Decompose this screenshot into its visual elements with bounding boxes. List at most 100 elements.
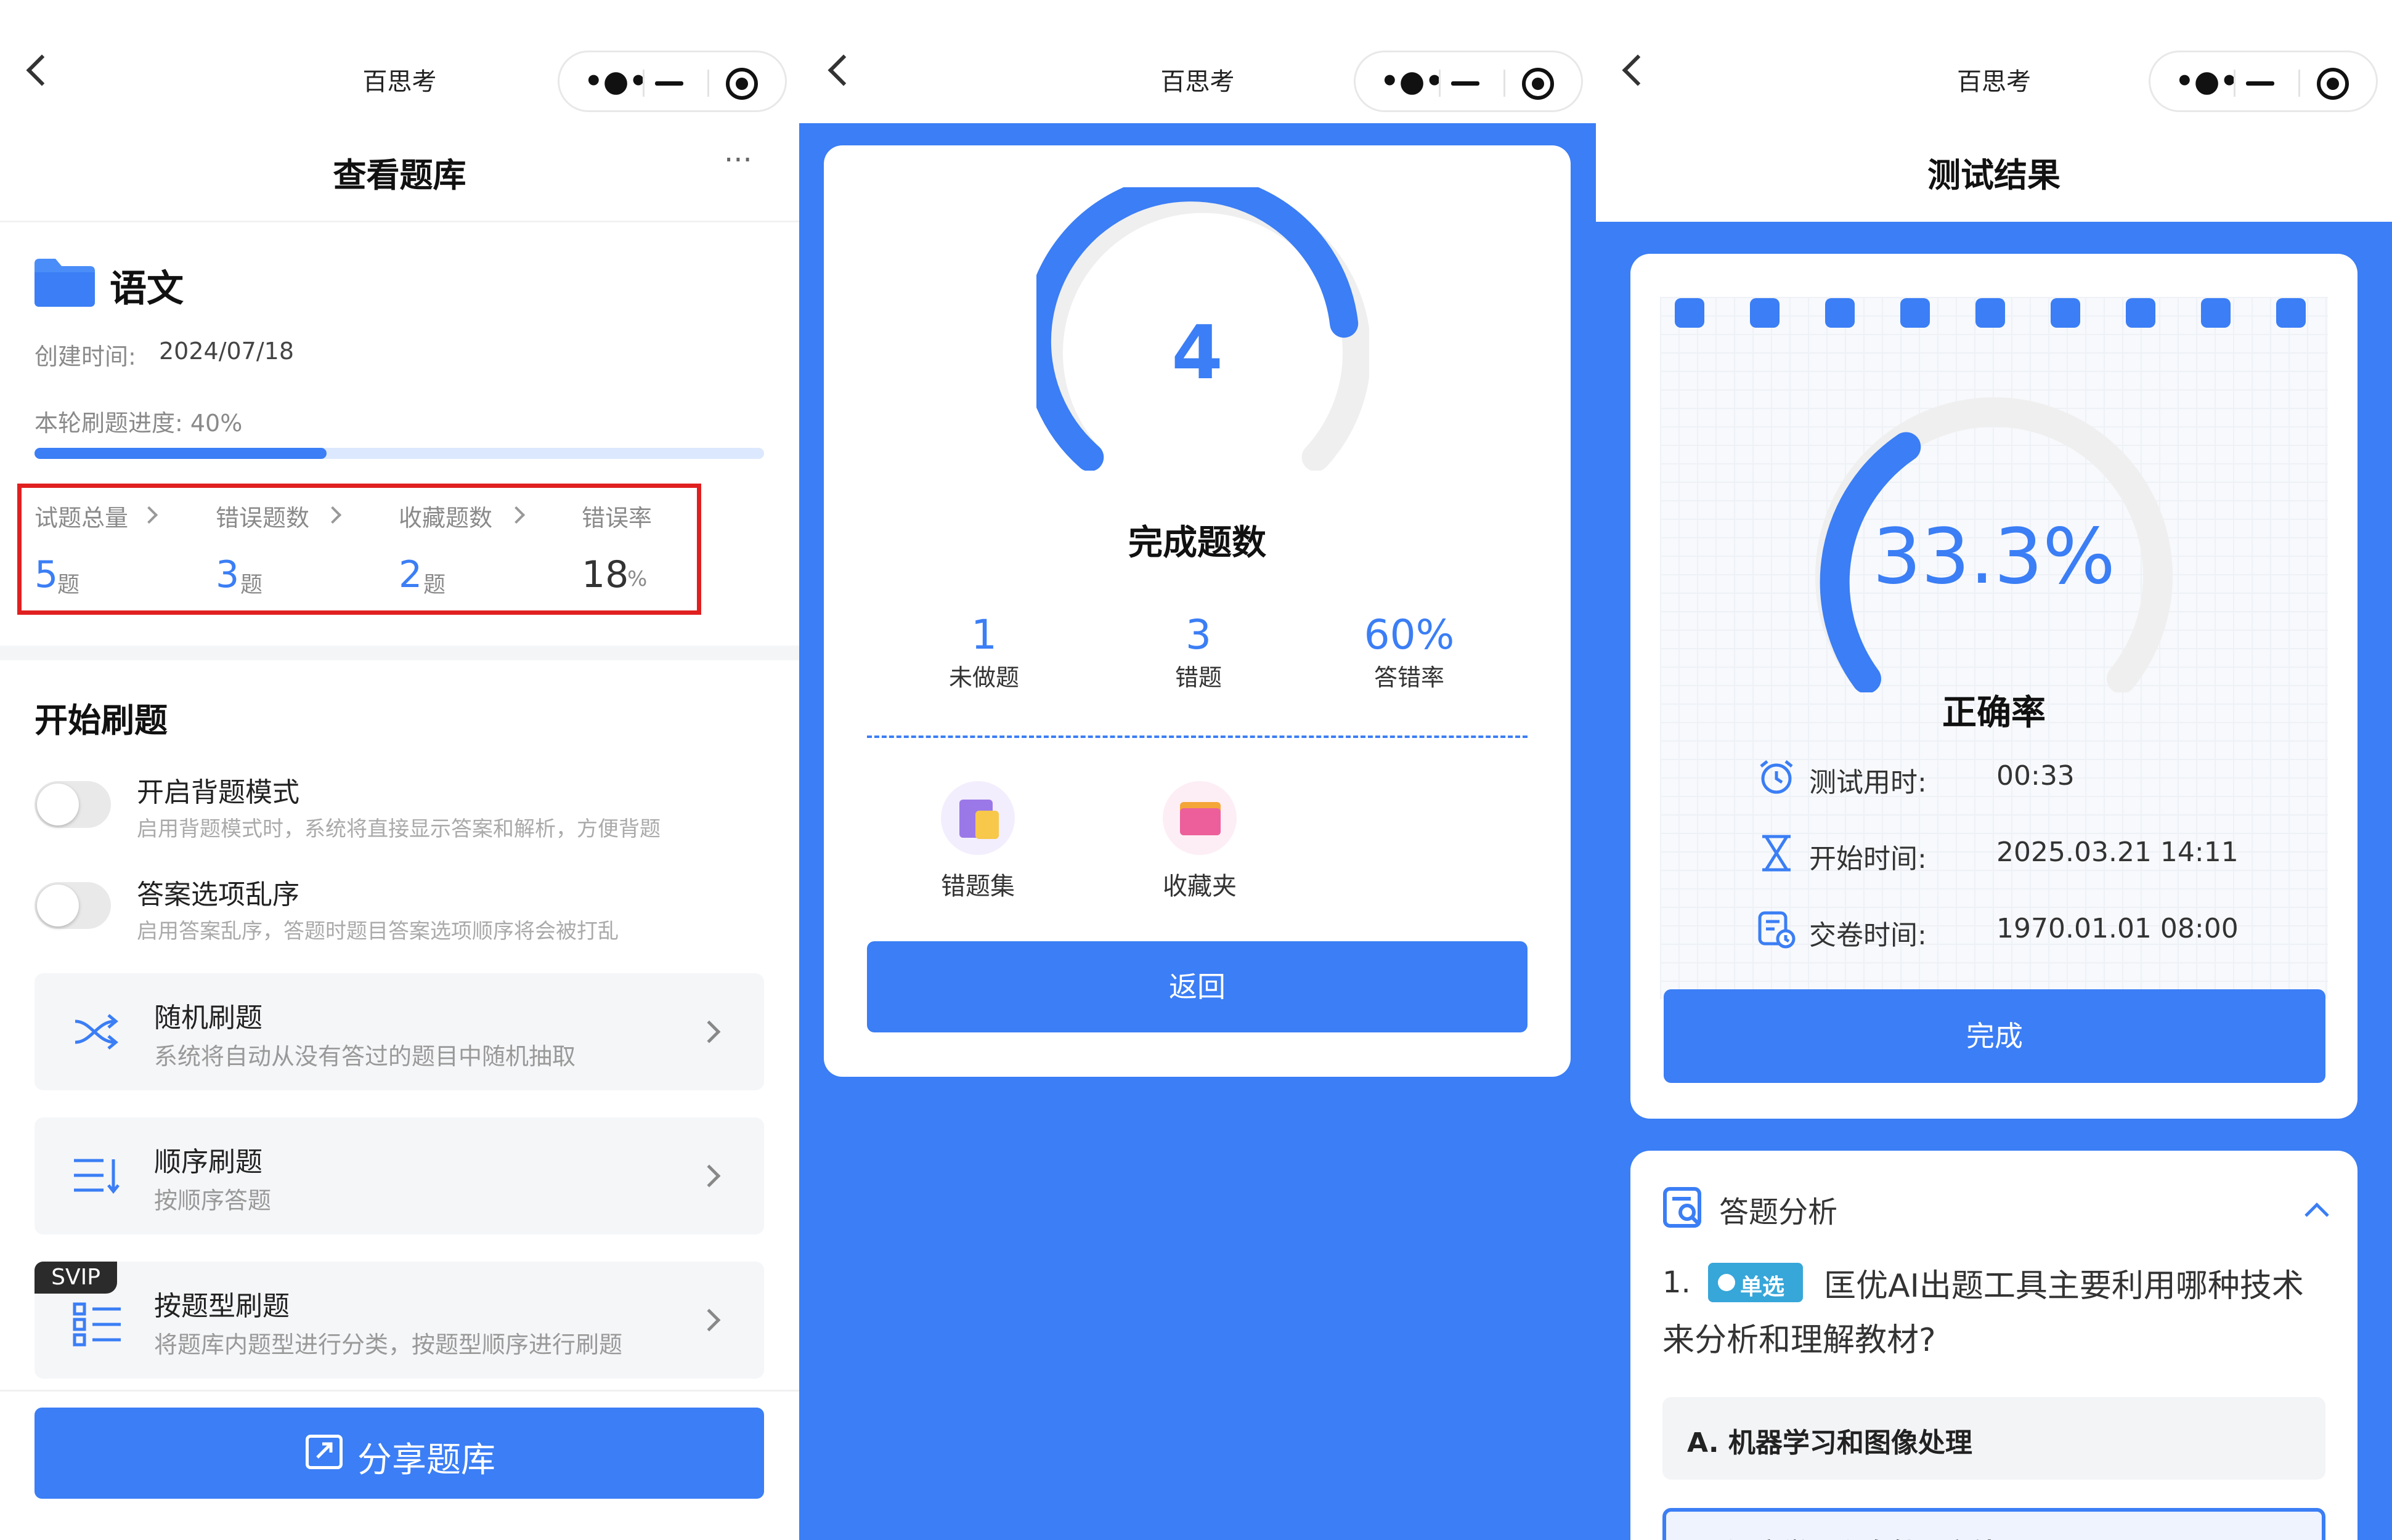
unanswered-label: 未做题 <box>948 664 1019 691</box>
dashed-divider <box>867 736 1528 738</box>
stat-rate-value: 18 <box>582 553 629 596</box>
accuracy-label: 正确率 <box>1942 693 2046 733</box>
more-dots-icon[interactable]: •●• <box>2175 67 2239 96</box>
completed-label: 完成题数 <box>1128 523 1266 563</box>
result-card: 4 完成题数 1 未做题 3 错题 60% 答错率 错题集 收藏夹 返回 <box>824 145 1571 1077</box>
mode-title: 随机刷题 <box>154 1002 262 1034</box>
binder-dot <box>2276 298 2306 328</box>
share-label: 分享题库 <box>357 1440 495 1480</box>
wrong-rate: 60% <box>1364 611 1455 659</box>
progress-fill <box>35 448 327 459</box>
collapse-chevron-icon[interactable] <box>2305 1202 2329 1227</box>
question-text: 匡优AI出题工具主要利用哪种技术来分析和理解教材? <box>1662 1268 2304 1359</box>
random-practice-card[interactable]: 随机刷题 系统将自动从没有答过的题目中随机抽取 <box>35 973 764 1090</box>
created-value: 2024/07/18 <box>159 338 295 365</box>
wrong-count: 3 <box>1186 611 1211 659</box>
stat-unit: 题 <box>423 572 446 598</box>
unanswered-count: 1 <box>971 611 997 659</box>
option-a-text: A. 机器学习和图像处理 <box>1687 1427 1972 1459</box>
completion-panel: 百思考 •●• 4 完成题数 1 未做题 3 错题 60% 答错率 错题集 收藏… <box>799 0 1596 1540</box>
mode-desc: 按顺序答题 <box>154 1187 272 1214</box>
more-dots-icon[interactable]: •●• <box>584 67 648 96</box>
stat-wrong-value: 3 <box>216 553 240 596</box>
sequential-practice-card[interactable]: 顺序刷题 按顺序答题 <box>35 1117 764 1234</box>
minimize-icon[interactable] <box>2246 81 2274 86</box>
page-title: 查看题库 <box>333 156 466 195</box>
stat-label-fav[interactable]: 收藏题数 <box>399 499 492 533</box>
svip-badge: SVIP <box>35 1262 117 1294</box>
progress-label: 本轮刷题进度: 40% <box>35 410 243 437</box>
stat-unit: 题 <box>57 572 80 598</box>
return-button[interactable]: 返回 <box>867 941 1528 1032</box>
close-target-icon[interactable] <box>1522 68 1554 100</box>
close-target-icon[interactable] <box>2317 68 2349 100</box>
toggle-desc: 启用答案乱序，答题时题目答案选项顺序将会被打乱 <box>137 919 619 944</box>
question-bank-panel: 百思考 •●• 查看题库 ··· 语文 创建时间: 2024/07/18 本轮刷… <box>0 0 799 1540</box>
option-b-text: B. 深度学习和自然语言处理 <box>1687 1531 2026 1540</box>
chevron-right-icon <box>698 1308 721 1332</box>
minimize-icon[interactable] <box>1451 81 1479 86</box>
done-button[interactable]: 完成 <box>1664 989 2325 1083</box>
alarm-clock-icon <box>1757 758 1796 796</box>
nav-bar: 百思考 •●• <box>1596 0 2392 123</box>
nav-bar: 百思考 •●• <box>0 0 799 123</box>
page-title: 测试结果 <box>1927 156 2060 195</box>
stat-label-rate: 错误率 <box>582 505 653 532</box>
mode-desc: 将题库内题型进行分类，按题型顺序进行刷题 <box>154 1331 623 1358</box>
stat-total-value: 5 <box>35 553 59 596</box>
progress-bar <box>35 448 764 459</box>
section-title: 开始刷题 <box>35 701 168 740</box>
binder-dot <box>1675 298 1704 328</box>
binder-dot <box>1750 298 1780 328</box>
stat-fav-value: 2 <box>399 553 423 596</box>
folder-icon <box>35 257 95 307</box>
wrong-book-icon[interactable] <box>941 781 1015 855</box>
option-b[interactable]: B. 深度学习和自然语言处理 <box>1662 1508 2325 1540</box>
binder-dot <box>2126 298 2155 328</box>
binder-dot <box>1825 298 1855 328</box>
analysis-icon <box>1662 1186 1706 1230</box>
wrong-label: 错题 <box>1174 664 1222 691</box>
stat-unit: 题 <box>240 572 263 598</box>
mode-title: 按题型刷题 <box>154 1291 290 1322</box>
mini-program-capsule: •●• <box>558 51 787 112</box>
favorite-folder-icon[interactable] <box>1163 781 1237 855</box>
analysis-card: 答题分析 1. 单选 匡优AI出题工具主要利用哪种技术来分析和理解教材? A. … <box>1630 1151 2357 1540</box>
toggle-title: 答案选项乱序 <box>137 879 299 910</box>
stat-label-total[interactable]: 试题总量 <box>35 499 128 533</box>
duration-value: 00:33 <box>1996 760 2075 792</box>
more-menu-icon[interactable]: ··· <box>724 143 752 177</box>
analysis-title: 答题分析 <box>1719 1195 1838 1230</box>
submit-time-value: 1970.01.01 08:00 <box>1996 913 2239 944</box>
close-target-icon[interactable] <box>726 68 758 100</box>
test-result-panel: 百思考 •●• 测试结果 33.3% 正确率 测试用时: 00:33 开始时间:… <box>1596 0 2392 1540</box>
type-practice-card[interactable]: SVIP 按题型刷题 将题库内题型进行分类，按题型顺序进行刷题 <box>35 1262 764 1379</box>
toggle-title: 开启背题模式 <box>137 777 299 808</box>
mode-desc: 系统将自动从没有答过的题目中随机抽取 <box>154 1043 576 1070</box>
paper-clock-icon <box>1757 910 1796 949</box>
chevron-right-icon <box>698 1020 721 1044</box>
share-bank-button[interactable]: 分享题库 <box>35 1408 764 1499</box>
favorite-label[interactable]: 收藏夹 <box>1138 866 1261 902</box>
binder-dot <box>2051 298 2080 328</box>
binder-dot <box>2201 298 2231 328</box>
more-dots-icon[interactable]: •●• <box>1380 67 1444 96</box>
mini-program-capsule: •●• <box>1354 51 1583 112</box>
stat-label-wrong[interactable]: 错误题数 <box>216 499 309 533</box>
folder-name: 语文 <box>110 267 184 310</box>
option-a[interactable]: A. 机器学习和图像处理 <box>1662 1397 2325 1480</box>
binder-dot <box>1975 298 2005 328</box>
wrong-book-label[interactable]: 错题集 <box>916 866 1039 902</box>
hourglass-icon <box>1757 834 1796 872</box>
recite-mode-toggle[interactable] <box>35 781 111 828</box>
minimize-icon[interactable] <box>655 81 683 86</box>
shuffle-options-toggle[interactable] <box>35 882 111 929</box>
nav-bar: 百思考 •●• <box>799 0 1596 123</box>
mode-title: 顺序刷题 <box>154 1146 262 1178</box>
wrong-rate-label: 答错率 <box>1373 664 1444 691</box>
start-time-label: 开始时间: <box>1809 843 1927 875</box>
toggle-desc: 启用背题模式时，系统将直接显示答案和解析，方便背题 <box>137 817 661 841</box>
completed-count: 4 <box>1171 310 1223 396</box>
mini-program-capsule: •●• <box>2149 51 2378 112</box>
shuffle-icon <box>73 1010 121 1053</box>
